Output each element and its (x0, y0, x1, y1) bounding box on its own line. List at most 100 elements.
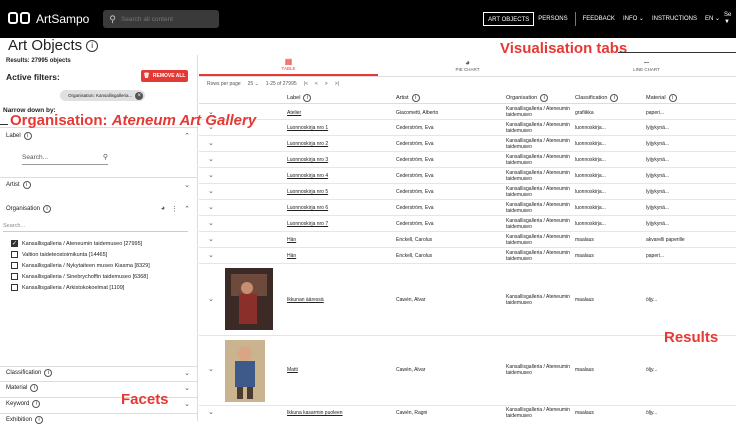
info-icon[interactable]: i (44, 369, 53, 377)
table-row[interactable]: ⌄ Luonnoskirja nro 7 Cederström, Eva Kan… (199, 216, 736, 232)
expand-icon[interactable]: ⌄ (208, 203, 214, 211)
column-classification[interactable]: Classification i (575, 94, 619, 102)
nav-art-objects[interactable]: ART OBJECTS (483, 12, 535, 26)
row-label-link[interactable]: Hän (287, 253, 296, 259)
chevron-up-icon[interactable]: ⌃ (184, 205, 190, 213)
info-icon[interactable]: i (610, 94, 619, 102)
checkbox[interactable] (11, 273, 18, 280)
nav-language[interactable]: EN ⌄ (701, 12, 724, 26)
pie-chart-icon[interactable]: ◕ (161, 205, 165, 213)
table-row[interactable]: ⌄ Ikkunan ääressä Cawén, Alvar Kansallis… (199, 264, 736, 336)
checkbox-checked[interactable]: ✓ (11, 240, 18, 247)
row-label-link[interactable]: Atelier (287, 110, 301, 116)
row-label-link[interactable]: Ikkuna kasarmin puoleen (287, 410, 343, 416)
expand-icon[interactable]: ⌄ (208, 187, 214, 195)
chevron-down-icon[interactable]: ⌄ (184, 369, 190, 377)
table-row[interactable]: ⌄ Luonnoskirja nro 6 Cederström, Eva Kan… (199, 200, 736, 216)
rows-per-page-select[interactable]: 25 ⌄ (248, 81, 259, 87)
first-page-button[interactable]: |< (304, 81, 308, 87)
expand-icon[interactable]: ⌄ (208, 365, 214, 373)
row-label-link[interactable]: Luonnoskirja nro 6 (287, 205, 328, 211)
table-row[interactable]: ⌄ Matti Cawén, Alvar Kansallisgalleria /… (199, 336, 736, 406)
info-icon[interactable]: i (23, 132, 32, 140)
tab-line-chart[interactable]: ∽ LINE CHART (557, 55, 736, 76)
remove-all-button[interactable]: 🗑 REMOVE ALL (141, 70, 188, 82)
org-option[interactable]: ✓ Kansallisgalleria / Ateneumin taidemus… (11, 240, 142, 247)
table-row[interactable]: ⌄ Hän Enckell, Carolus Kansallisgalleria… (199, 248, 736, 264)
expand-icon[interactable]: ⌄ (208, 155, 214, 163)
row-label-link[interactable]: Luonnoskirja nro 4 (287, 173, 328, 179)
info-icon[interactable]: i (303, 94, 312, 102)
table-row[interactable]: ⌄ Ikkuna kasarmin puoleen Cawén, Ragni K… (199, 406, 736, 421)
facet-organisation[interactable]: Organisation i ◕ ⋮ ⌃ (0, 200, 198, 217)
close-icon[interactable]: × (135, 91, 144, 100)
nav-instructions[interactable]: INSTRUCTIONS (648, 12, 701, 26)
expand-icon[interactable]: ⌄ (208, 235, 214, 243)
filter-chip-organisation[interactable]: Organisation: Kansallisgalleria... × (60, 90, 146, 101)
chevron-down-icon[interactable]: ⌄ (184, 400, 190, 408)
table-row[interactable]: ⌄ Hän Enckell, Carolus Kansallisgalleria… (199, 232, 736, 248)
nav-feedback[interactable]: FEEDBACK (579, 12, 619, 26)
row-label-link[interactable]: Luonnoskirja nro 7 (287, 221, 328, 227)
app-logo[interactable]: ArtSampo (8, 12, 89, 26)
semantic-computing-logo[interactable]: Se ▼ (724, 12, 736, 26)
prev-page-button[interactable]: < (315, 81, 318, 87)
info-icon[interactable]: i (86, 39, 99, 52)
row-label-link[interactable]: Ikkunan ääressä (287, 297, 324, 303)
column-organisation[interactable]: Organisation i (506, 94, 549, 102)
expand-icon[interactable]: ⌄ (208, 171, 214, 179)
tab-pie-chart[interactable]: ◕ PIE CHART (378, 55, 557, 76)
facet-classification[interactable]: Classification i ⌄ (0, 366, 198, 379)
org-option[interactable]: Kansallisgalleria / Arkistokokoelmat [11… (11, 284, 124, 291)
nav-info[interactable]: INFO ⌄ (619, 12, 648, 26)
row-label-link[interactable]: Luonnoskirja nro 5 (287, 189, 328, 195)
checkbox[interactable] (11, 262, 18, 269)
table-row[interactable]: ⌄ Luonnoskirja nro 5 Cederström, Eva Kan… (199, 184, 736, 200)
more-vert-icon[interactable]: ⋮ (171, 205, 178, 213)
org-option[interactable]: Kansallisgalleria / Nykytaiteen museo Ki… (11, 262, 150, 269)
column-label[interactable]: Label i (287, 94, 312, 102)
expand-icon[interactable]: ⌄ (208, 219, 214, 227)
chevron-down-icon[interactable]: ⌄ (184, 384, 190, 392)
global-search[interactable]: ⚲ (103, 10, 220, 28)
expand-icon[interactable]: ⌄ (208, 251, 214, 259)
tab-table[interactable]: ▦ TABLE (199, 55, 378, 76)
row-label-link[interactable]: Hän (287, 237, 296, 243)
table-row[interactable]: ⌄ Atelier Giacometti, Alberto Kansallisg… (199, 105, 736, 120)
org-option[interactable]: Kansallisgalleria / Sinebrychoffin taide… (11, 273, 148, 280)
row-label-link[interactable]: Matti (287, 367, 298, 373)
last-page-button[interactable]: >| (335, 81, 339, 87)
global-search-input[interactable] (120, 15, 211, 23)
info-icon[interactable]: i (43, 204, 52, 213)
checkbox[interactable] (11, 284, 18, 291)
artwork-thumbnail[interactable] (225, 268, 273, 330)
facet-artist[interactable]: Artist i ⌄ (0, 177, 198, 192)
organisation-search-input[interactable]: Search... (3, 223, 188, 232)
chevron-up-icon[interactable]: ⌃ (184, 132, 190, 140)
table-row[interactable]: ⌄ Luonnoskirja nro 3 Cederström, Eva Kan… (199, 152, 736, 168)
checkbox[interactable] (11, 251, 18, 258)
info-icon[interactable]: i (22, 181, 31, 189)
table-row[interactable]: ⌄ Luonnoskirja nro 1 Cederström, Eva Kan… (199, 120, 736, 136)
chevron-down-icon[interactable]: ⌄ (184, 181, 190, 189)
label-search-input[interactable]: Search... ⚲ (22, 154, 108, 165)
expand-icon[interactable]: ⌄ (208, 408, 214, 416)
artwork-thumbnail[interactable] (225, 340, 265, 402)
row-label-link[interactable]: Luonnoskirja nro 2 (287, 141, 328, 147)
expand-icon[interactable]: ⌄ (208, 139, 214, 147)
column-material[interactable]: Material i (646, 94, 677, 102)
org-option[interactable]: Valtion taideteostoimikunta [14465] (11, 251, 107, 258)
info-icon[interactable]: i (540, 94, 549, 102)
info-icon[interactable]: i (668, 94, 677, 102)
info-icon[interactable]: i (35, 416, 44, 424)
row-label-link[interactable]: Luonnoskirja nro 3 (287, 157, 328, 163)
column-artist[interactable]: Artist i (396, 94, 420, 102)
next-page-button[interactable]: > (325, 81, 328, 87)
info-icon[interactable]: i (30, 384, 39, 392)
table-row[interactable]: ⌄ Luonnoskirja nro 2 Cederström, Eva Kan… (199, 136, 736, 152)
table-row[interactable]: ⌄ Luonnoskirja nro 4 Cederström, Eva Kan… (199, 168, 736, 184)
info-icon[interactable]: i (411, 94, 420, 102)
facet-exhibition[interactable]: Exhibition i (0, 413, 198, 426)
expand-icon[interactable]: ⌄ (208, 295, 214, 303)
info-icon[interactable]: i (32, 400, 41, 408)
